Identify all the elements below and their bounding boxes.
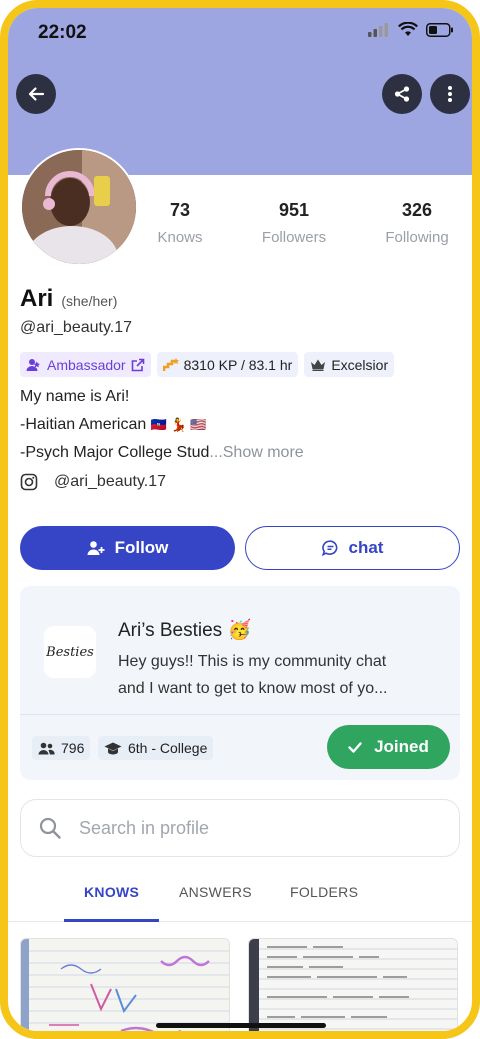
joined-label: Joined <box>374 737 429 756</box>
graduation-cap-icon <box>104 742 122 754</box>
crown-icon <box>311 359 326 371</box>
instagram-link[interactable]: @ari_beauty.17 <box>20 473 166 491</box>
search-input[interactable] <box>79 817 419 839</box>
chat-label: chat <box>348 538 384 557</box>
joined-button[interactable]: Joined <box>327 725 450 769</box>
community-logo-text: Besties <box>46 644 94 660</box>
stat-following-label: Following <box>385 229 449 246</box>
arrow-left-icon <box>28 87 45 101</box>
profile-tabs: KNOWS ANSWERS FOLDERS <box>8 876 472 922</box>
tab-answers[interactable]: ANSWERS <box>179 884 252 900</box>
battery-icon <box>426 22 453 37</box>
more-vertical-icon <box>448 86 452 102</box>
stat-knows[interactable]: 73 Knows <box>125 200 235 246</box>
bio-line-3: -Psych Major College Stud...Show more <box>20 439 460 467</box>
community-logo: Besties <box>44 626 96 678</box>
status-icons <box>368 22 454 37</box>
bio-line-2: -Haitian American 🇭🇹 💃 🇺🇸 <box>20 411 460 439</box>
instagram-handle: @ari_beauty.17 <box>54 473 167 490</box>
avatar-photo <box>22 150 136 264</box>
chat-button[interactable]: chat <box>245 526 460 570</box>
kp-points-icon <box>162 357 179 371</box>
card-divider <box>20 714 460 715</box>
add-user-icon <box>87 541 105 555</box>
bio-line-2-text: -Haitian American <box>20 416 147 433</box>
stat-followers-value: 951 <box>278 200 310 220</box>
name-row: Ari (she/her) <box>20 285 117 313</box>
community-description-line-1: Hey guys!! This is my community chat <box>118 653 387 670</box>
avatar[interactable] <box>20 148 138 266</box>
kp-label: 8310 KP / 83.1 hr <box>183 356 293 373</box>
profile-search[interactable] <box>20 799 460 857</box>
follow-label: Follow <box>114 538 169 557</box>
members-count: 796 <box>61 740 85 756</box>
back-button[interactable] <box>16 74 56 114</box>
home-indicator[interactable] <box>156 1023 326 1028</box>
tab-knows[interactable]: KNOWS <box>84 884 139 900</box>
stat-knows-value: 73 <box>169 200 191 220</box>
stat-following-value: 326 <box>401 200 433 220</box>
instagram-icon <box>20 473 38 491</box>
ambassador-badge[interactable]: Ambassador <box>20 352 151 377</box>
status-time: 22:02 <box>38 22 87 43</box>
bio-line-3-text: -Psych Major College Stud <box>20 444 210 461</box>
share-icon <box>394 86 410 102</box>
ambassador-label: Ambassador <box>47 356 126 373</box>
chat-bubble-icon <box>321 540 337 556</box>
profile-pronouns: (she/her) <box>61 293 118 309</box>
profile-name: Ari <box>20 285 54 312</box>
stat-followers[interactable]: 951 Followers <box>239 200 349 246</box>
community-title: Ari’s Besties 🥳 <box>118 620 252 641</box>
members-badge: 796 <box>32 736 91 760</box>
external-link-icon <box>131 358 144 371</box>
grade-badge: 6th - College <box>98 736 214 760</box>
signal-icon <box>368 22 388 37</box>
bio-flags: 🇭🇹 💃 🇺🇸 <box>150 417 207 432</box>
members-icon <box>38 742 55 754</box>
show-more-link[interactable]: ...Show more <box>209 444 303 461</box>
badge-row: Ambassador 8310 KP / 83.1 hr Excelsior <box>20 352 395 377</box>
wifi-icon <box>398 22 418 36</box>
community-description-line-2: and I want to get to know most of yo... <box>118 680 388 697</box>
kp-badge[interactable]: 8310 KP / 83.1 hr <box>156 352 299 377</box>
rank-badge[interactable]: Excelsior <box>304 352 395 377</box>
phone-frame: 22:02 73 Knows 951 Followers 326 Followi… <box>0 0 480 1039</box>
share-button[interactable] <box>382 74 422 114</box>
search-icon <box>39 817 61 839</box>
tab-folders[interactable]: FOLDERS <box>290 884 358 900</box>
ambassador-icon <box>26 358 40 371</box>
active-tab-indicator <box>64 919 159 922</box>
stat-knows-label: Knows <box>157 229 203 246</box>
bio-line-1: My name is Ari! <box>20 388 130 405</box>
stat-followers-label: Followers <box>261 229 327 246</box>
follow-button[interactable]: Follow <box>20 526 235 570</box>
community-card[interactable]: Besties Ari’s Besties 🥳 Hey guys!! This … <box>20 586 460 780</box>
checkmark-icon <box>348 741 362 753</box>
grade-label: 6th - College <box>128 740 208 756</box>
stat-following[interactable]: 326 Following <box>362 200 472 246</box>
community-description: Hey guys!! This is my community chat and… <box>118 648 448 702</box>
rank-label: Excelsior <box>331 356 389 373</box>
profile-handle: @ari_beauty.17 <box>20 319 133 336</box>
profile-bio: My name is Ari! -Haitian American 🇭🇹 💃 🇺… <box>20 383 460 467</box>
more-options-button[interactable] <box>430 74 470 114</box>
